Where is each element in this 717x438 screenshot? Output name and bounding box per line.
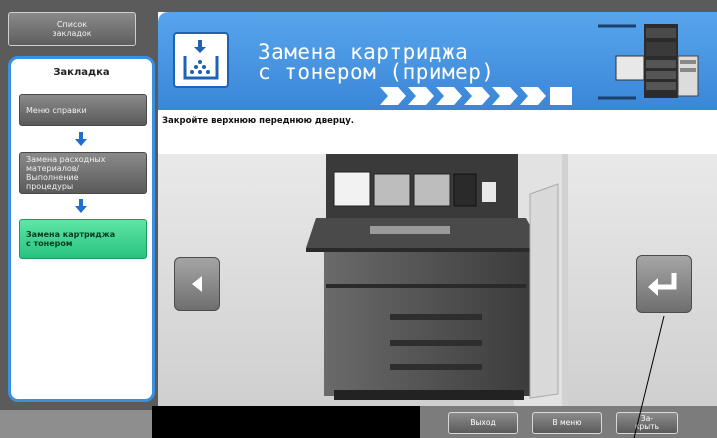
return-arrow-icon — [648, 273, 677, 296]
printer-illustration — [158, 154, 717, 408]
progress-step-done — [436, 87, 462, 105]
bottom-button-area: Выход В меню За- крыть — [420, 406, 717, 438]
close-button[interactable]: За- крыть — [616, 412, 678, 434]
help-menu-button[interactable]: Меню справки — [19, 94, 147, 126]
left-bottom-panel — [0, 410, 152, 438]
to-menu-button[interactable]: В меню — [532, 412, 602, 434]
progress-step-done — [492, 87, 518, 105]
printer-icon — [598, 24, 699, 100]
arrow-down-icon — [75, 199, 87, 213]
bookmark-sidebar: Закладка Меню справки Замена расходных м… — [8, 56, 155, 402]
sidebar-title: Закладка — [53, 67, 110, 78]
progress-step-done — [408, 87, 434, 105]
bookmark-list-button[interactable]: Список закладок — [8, 12, 136, 46]
progress-step-done — [520, 87, 546, 105]
progress-step-done — [380, 87, 406, 105]
return-button[interactable] — [636, 255, 692, 313]
bottom-bar: Выход В меню За- крыть — [152, 406, 717, 438]
arrow-left-icon — [192, 276, 202, 292]
toner-replacement-button[interactable]: Замена картриджа с тонером — [19, 219, 147, 259]
progress-step-current — [550, 87, 572, 105]
header-banner: Замена картриджа с тонером (пример) — [158, 12, 717, 110]
instruction-text: Закройте верхнюю переднюю дверцу. — [162, 116, 355, 126]
progress-step-done — [464, 87, 490, 105]
arrow-down-icon — [75, 132, 87, 146]
exit-button[interactable]: Выход — [448, 412, 518, 434]
back-button[interactable] — [174, 257, 220, 311]
consumables-procedure-button[interactable]: Замена расходных материалов/ Выполнение … — [19, 152, 147, 194]
page-title: Замена картриджа с тонером (пример) — [258, 40, 495, 84]
main-panel: Замена картриджа с тонером (пример) Закр… — [158, 12, 717, 408]
progress-indicator — [380, 87, 572, 105]
toner-drop-icon — [173, 32, 229, 88]
